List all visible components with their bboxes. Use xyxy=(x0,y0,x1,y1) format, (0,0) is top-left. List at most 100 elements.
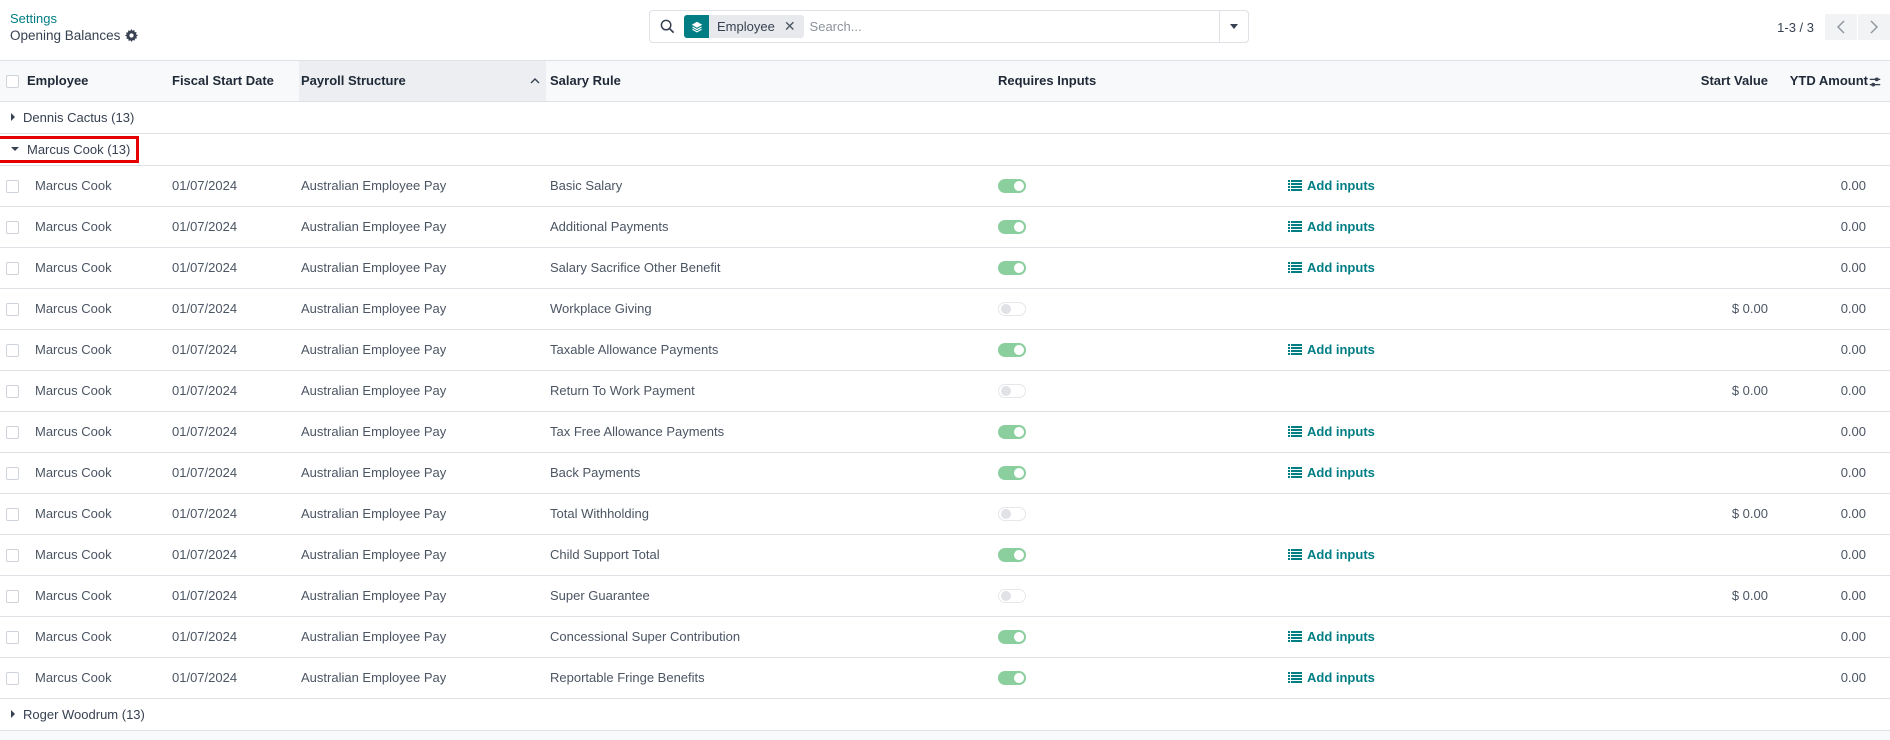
cell-fiscal-start-date[interactable]: 01/07/2024 xyxy=(172,288,299,330)
pager-value[interactable]: 1-3 / 3 xyxy=(1777,20,1814,35)
cell-start-value[interactable]: $ 0.00 xyxy=(1638,288,1768,330)
cell-salary-rule[interactable]: Super Guarantee xyxy=(546,575,998,617)
cell-fiscal-start-date[interactable]: 01/07/2024 xyxy=(172,411,299,453)
cell-start-value[interactable] xyxy=(1638,657,1768,699)
table-row[interactable]: Marcus Cook 01/07/2024 Australian Employee… xyxy=(0,288,1890,330)
requires-inputs-toggle[interactable] xyxy=(998,589,1026,604)
cell-payroll-structure[interactable]: Australian Employee Pay xyxy=(299,411,546,453)
add-inputs-button[interactable]: Add inputs xyxy=(1288,342,1375,357)
requires-inputs-toggle[interactable] xyxy=(998,671,1026,686)
column-settings-icon[interactable] xyxy=(1868,75,1882,89)
cell-fiscal-start-date[interactable]: 01/07/2024 xyxy=(172,370,299,412)
add-inputs-button[interactable]: Add inputs xyxy=(1288,178,1375,193)
cell-employee[interactable]: Marcus Cook xyxy=(27,534,172,576)
row-checkbox[interactable] xyxy=(6,631,19,645)
cell-salary-rule[interactable]: Concessional Super Contribution xyxy=(546,616,998,658)
cell-start-value[interactable]: $ 0.00 xyxy=(1638,370,1768,412)
cell-ytd-amount[interactable]: 0.00 xyxy=(1768,411,1868,453)
table-row[interactable]: Marcus Cook 01/07/2024 Australian Employee… xyxy=(0,575,1890,617)
cell-fiscal-start-date[interactable]: 01/07/2024 xyxy=(172,493,299,535)
cell-employee[interactable]: Marcus Cook xyxy=(27,247,172,289)
add-inputs-button[interactable]: Add inputs xyxy=(1288,465,1375,480)
cell-employee[interactable]: Marcus Cook xyxy=(27,329,172,371)
cell-ytd-amount[interactable]: 0.00 xyxy=(1768,534,1868,576)
row-checkbox[interactable] xyxy=(6,262,19,276)
cell-start-value[interactable]: $ 0.00 xyxy=(1638,575,1768,617)
requires-inputs-toggle[interactable] xyxy=(998,507,1026,522)
row-checkbox[interactable] xyxy=(6,303,19,317)
cell-fiscal-start-date[interactable]: 01/07/2024 xyxy=(172,657,299,699)
cell-ytd-amount[interactable]: 0.00 xyxy=(1768,657,1868,699)
cell-payroll-structure[interactable]: Australian Employee Pay xyxy=(299,370,546,412)
gear-icon[interactable] xyxy=(125,29,139,42)
requires-inputs-toggle[interactable] xyxy=(998,630,1026,645)
select-all-checkbox[interactable] xyxy=(6,75,19,89)
table-row[interactable]: Marcus Cook 01/07/2024 Australian Employee… xyxy=(0,452,1890,494)
cell-start-value[interactable] xyxy=(1638,329,1768,371)
cell-payroll-structure[interactable]: Australian Employee Pay xyxy=(299,452,546,494)
cell-salary-rule[interactable]: Total Withholding xyxy=(546,493,998,535)
group-cell[interactable]: Roger Woodrum (13) xyxy=(0,698,1890,731)
pager-next-button[interactable] xyxy=(1858,14,1890,40)
table-row[interactable]: Marcus Cook 01/07/2024 Australian Employee… xyxy=(0,534,1890,576)
search-options-toggle[interactable] xyxy=(1219,11,1248,42)
requires-inputs-toggle[interactable] xyxy=(998,302,1026,317)
cell-employee[interactable]: Marcus Cook xyxy=(27,165,172,207)
table-row[interactable]: Marcus Cook 01/07/2024 Australian Employee… xyxy=(0,165,1890,207)
cell-salary-rule[interactable]: Basic Salary xyxy=(546,165,998,207)
table-row[interactable]: Marcus Cook 01/07/2024 Australian Employee… xyxy=(0,206,1890,248)
cell-fiscal-start-date[interactable]: 01/07/2024 xyxy=(172,534,299,576)
group-toggle[interactable]: Dennis Cactus (13) xyxy=(0,110,134,125)
cell-payroll-structure[interactable]: Australian Employee Pay xyxy=(299,247,546,289)
row-checkbox[interactable] xyxy=(6,344,19,358)
cell-salary-rule[interactable]: Taxable Allowance Payments xyxy=(546,329,998,371)
table-row[interactable]: Marcus Cook 01/07/2024 Australian Employee… xyxy=(0,657,1890,699)
cell-start-value[interactable] xyxy=(1638,411,1768,453)
cell-ytd-amount[interactable]: 0.00 xyxy=(1768,575,1868,617)
cell-payroll-structure[interactable]: Australian Employee Pay xyxy=(299,288,546,330)
cell-payroll-structure[interactable]: Australian Employee Pay xyxy=(299,534,546,576)
group-cell[interactable]: Marcus Cook (13) xyxy=(0,133,1890,166)
add-inputs-button[interactable]: Add inputs xyxy=(1288,670,1375,685)
cell-payroll-structure[interactable]: Australian Employee Pay xyxy=(299,575,546,617)
close-icon[interactable]: ✕ xyxy=(782,18,804,35)
table-row[interactable]: Marcus Cook 01/07/2024 Australian Employee… xyxy=(0,493,1890,535)
cell-employee[interactable]: Marcus Cook xyxy=(27,493,172,535)
cell-employee[interactable]: Marcus Cook xyxy=(27,288,172,330)
cell-start-value[interactable] xyxy=(1638,206,1768,248)
column-header-fiscal-start-date[interactable]: Fiscal Start Date xyxy=(172,61,299,102)
search-icon[interactable] xyxy=(650,19,684,34)
row-checkbox[interactable] xyxy=(6,590,19,604)
cell-ytd-amount[interactable]: 0.00 xyxy=(1768,616,1868,658)
requires-inputs-toggle[interactable] xyxy=(998,384,1026,399)
requires-inputs-toggle[interactable] xyxy=(998,343,1026,358)
cell-fiscal-start-date[interactable]: 01/07/2024 xyxy=(172,165,299,207)
cell-start-value[interactable] xyxy=(1638,247,1768,289)
cell-ytd-amount[interactable]: 0.00 xyxy=(1768,329,1868,371)
column-header-requires-inputs[interactable]: Requires Inputs xyxy=(998,61,1288,102)
cell-salary-rule[interactable]: Salary Sacrifice Other Benefit xyxy=(546,247,998,289)
row-checkbox[interactable] xyxy=(6,467,19,481)
cell-ytd-amount[interactable]: 0.00 xyxy=(1768,493,1868,535)
cell-employee[interactable]: Marcus Cook xyxy=(27,206,172,248)
table-row[interactable]: Marcus Cook 01/07/2024 Australian Employee… xyxy=(0,616,1890,658)
cell-fiscal-start-date[interactable]: 01/07/2024 xyxy=(172,575,299,617)
cell-payroll-structure[interactable]: Australian Employee Pay xyxy=(299,657,546,699)
add-inputs-button[interactable]: Add inputs xyxy=(1288,424,1375,439)
requires-inputs-toggle[interactable] xyxy=(998,466,1026,481)
row-checkbox[interactable] xyxy=(6,221,19,235)
group-toggle[interactable]: Roger Woodrum (13) xyxy=(0,707,145,722)
search-input[interactable] xyxy=(803,18,1219,35)
cell-salary-rule[interactable]: Tax Free Allowance Payments xyxy=(546,411,998,453)
cell-start-value[interactable]: $ 0.00 xyxy=(1638,493,1768,535)
cell-start-value[interactable] xyxy=(1638,534,1768,576)
cell-employee[interactable]: Marcus Cook xyxy=(27,452,172,494)
row-checkbox[interactable] xyxy=(6,549,19,563)
cell-employee[interactable]: Marcus Cook xyxy=(27,411,172,453)
cell-payroll-structure[interactable]: Australian Employee Pay xyxy=(299,206,546,248)
add-inputs-button[interactable]: Add inputs xyxy=(1288,547,1375,562)
add-inputs-button[interactable]: Add inputs xyxy=(1288,629,1375,644)
group-row[interactable]: Marcus Cook (13) xyxy=(0,133,1890,166)
cell-start-value[interactable] xyxy=(1638,452,1768,494)
cell-payroll-structure[interactable]: Australian Employee Pay xyxy=(299,493,546,535)
